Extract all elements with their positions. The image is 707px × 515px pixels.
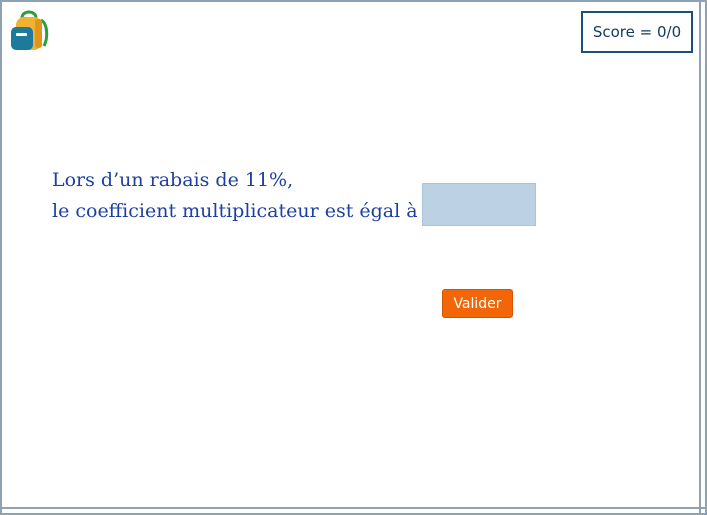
score-label: Score = 0/0 bbox=[592, 23, 682, 41]
frame-edge-bottom bbox=[2, 507, 705, 509]
answer-input[interactable] bbox=[422, 183, 536, 226]
question-line-1: Lors d’un rabais de 11%, bbox=[52, 169, 294, 191]
app-frame: Score = 0/0 Lors d’un rabais de 11%, le … bbox=[0, 0, 707, 515]
score-display: Score = 0/0 bbox=[581, 11, 693, 53]
frame-edge-right bbox=[699, 2, 701, 513]
question-text: Lors d’un rabais de 11%, le coefficient … bbox=[52, 165, 418, 227]
validate-button[interactable]: Valider bbox=[442, 289, 513, 318]
question-line-2: le coefficient multiplicateur est égal à bbox=[52, 200, 418, 222]
backpack-icon bbox=[11, 10, 49, 50]
